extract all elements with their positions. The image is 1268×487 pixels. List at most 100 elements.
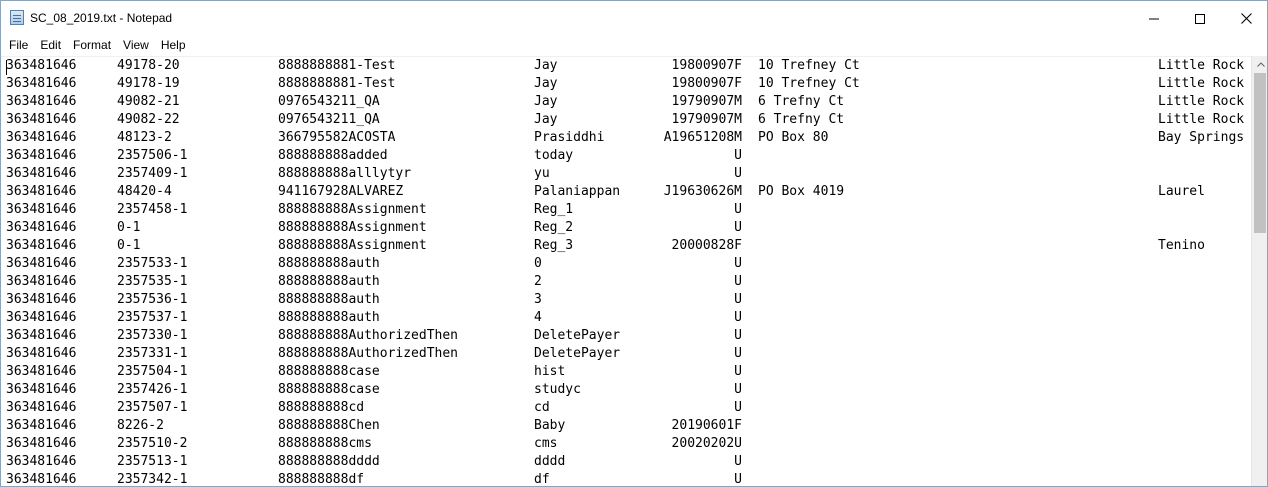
field-record-id: 2357409-1 <box>117 166 188 181</box>
field-account-id: 363481646 <box>6 220 77 235</box>
field-record-id: 2357535-1 <box>117 274 188 289</box>
field-account-id: 363481646 <box>6 310 77 325</box>
field-account-id: 363481646 <box>6 58 77 73</box>
window-title: SC_08_2019.txt - Notepad <box>30 11 173 25</box>
field-first-name: cd <box>534 400 550 415</box>
minimize-button[interactable] <box>1131 1 1177 36</box>
field-record-id: 2357510-2 <box>117 436 188 451</box>
field-birth-sex: U <box>734 220 742 235</box>
field-birth-sex: 19800907F <box>671 58 742 73</box>
field-city: Little Rock <box>1158 76 1245 91</box>
title-bar[interactable]: SC_08_2019.txt - Notepad <box>1 1 1267 36</box>
text-line: 363481646 2357504-1 888888888case hist U <box>6 363 1251 381</box>
field-address: 10 Trefney Ct <box>758 76 860 91</box>
text-line: 363481646 2357513-1 888888888dddd dddd U <box>6 453 1251 471</box>
menu-help[interactable]: Help <box>155 36 192 55</box>
field-record-id: 49082-22 <box>117 112 180 127</box>
field-account-id: 363481646 <box>6 112 77 127</box>
field-account-id: 363481646 <box>6 130 77 145</box>
field-record-id: 2357533-1 <box>117 256 188 271</box>
field-birth-sex: 20190601F <box>671 418 742 433</box>
field-first-name: 2 <box>534 274 542 289</box>
field-first-name: Prasiddhi <box>534 130 605 145</box>
minimize-icon <box>1149 18 1159 19</box>
field-first-name: dddd <box>534 454 566 469</box>
text-line: 363481646 2357330-1 888888888AuthorizedThe… <box>6 327 1251 345</box>
menu-view[interactable]: View <box>117 36 155 55</box>
text-line: 363481646 2357506-1 888888888added today U <box>6 147 1251 165</box>
text-line: 363481646 2357537-1 888888888auth 4 U <box>6 309 1251 327</box>
text-content[interactable]: 363481646 49178-20 8888888881-Test Jay 19800… <box>6 57 1251 487</box>
field-city: Little Rock <box>1158 112 1245 127</box>
field-account-id: 363481646 <box>6 328 77 343</box>
field-member-id: 888888888auth <box>278 310 380 325</box>
field-member-id: 8888888881-Test <box>278 76 396 91</box>
text-line: 363481646 2357458-1 888888888Assignment Reg… <box>6 201 1251 219</box>
field-member-id: 888888888Assignment <box>278 202 427 217</box>
menu-edit[interactable]: Edit <box>34 36 67 55</box>
field-birth-sex: 20000828F <box>671 238 742 253</box>
field-record-id: 2357331-1 <box>117 346 188 361</box>
field-birth-sex: 20020202U <box>671 436 742 451</box>
text-editor[interactable]: 363481646 49178-20 8888888881-Test Jay 19800… <box>1 56 1251 487</box>
field-first-name: 0 <box>534 256 542 271</box>
field-birth-sex: U <box>734 310 742 325</box>
field-account-id: 363481646 <box>6 256 77 271</box>
text-line: 363481646 2357533-1 888888888auth 0 U <box>6 255 1251 273</box>
menu-format[interactable]: Format <box>67 36 117 55</box>
field-member-id: 888888888AuthorizedThen <box>278 346 459 361</box>
menu-bar: File Edit Format View Help <box>1 36 1267 55</box>
field-account-id: 363481646 <box>6 346 77 361</box>
field-account-id: 363481646 <box>6 382 77 397</box>
field-account-id: 363481646 <box>6 292 77 307</box>
field-member-id: 888888888case <box>278 364 380 379</box>
field-birth-sex: 19790907M <box>671 94 742 109</box>
field-member-id: 888888888AuthorizedThen <box>278 328 459 343</box>
field-member-id: 888888888cms <box>278 436 372 451</box>
field-birth-sex: 19800907F <box>671 76 742 91</box>
field-first-name: Jay <box>534 112 558 127</box>
field-first-name: 4 <box>534 310 542 325</box>
text-line: 363481646 49178-20 8888888881-Test Jay 19800… <box>6 57 1251 75</box>
maximize-button[interactable] <box>1177 1 1223 36</box>
field-account-id: 363481646 <box>6 76 77 91</box>
field-record-id: 49178-19 <box>117 76 180 91</box>
vertical-scrollbar[interactable] <box>1251 56 1267 486</box>
text-line: 363481646 0-1 888888888Assignment Reg_2 U <box>6 219 1251 237</box>
field-member-id: 888888888auth <box>278 256 380 271</box>
text-line: 363481646 8226-2 888888888Chen Baby 20190601… <box>6 417 1251 435</box>
field-record-id: 2357458-1 <box>117 202 188 217</box>
field-birth-sex: U <box>734 148 742 163</box>
text-line: 363481646 49082-22 0976543211_QA Jay 1979090… <box>6 111 1251 129</box>
menu-file[interactable]: File <box>3 36 34 55</box>
field-birth-sex: U <box>734 382 742 397</box>
field-record-id: 2357504-1 <box>117 364 188 379</box>
field-account-id: 363481646 <box>6 418 77 433</box>
field-member-id: 941167928ALVAREZ <box>278 184 404 199</box>
field-record-id: 49178-20 <box>117 58 180 73</box>
chevron-up-icon <box>1256 62 1265 67</box>
field-city: Little Rock <box>1158 94 1245 109</box>
scroll-up-button[interactable] <box>1252 56 1267 73</box>
field-account-id: 363481646 <box>6 238 77 253</box>
field-member-id: 888888888Chen <box>278 418 380 433</box>
field-first-name: Palaniappan <box>534 184 621 199</box>
maximize-icon <box>1195 13 1205 24</box>
field-account-id: 363481646 <box>6 274 77 289</box>
close-button[interactable] <box>1223 1 1267 36</box>
field-first-name: hist <box>534 364 566 379</box>
text-line: 363481646 2357507-1 888888888cd cd U <box>6 399 1251 417</box>
field-record-id: 2357342-1 <box>117 472 188 487</box>
field-record-id: 8226-2 <box>117 418 164 433</box>
field-city: Tenino <box>1158 238 1205 253</box>
scroll-thumb[interactable] <box>1254 73 1266 233</box>
field-account-id: 363481646 <box>6 202 77 217</box>
text-line: 363481646 48123-2 366795582ACOSTA Prasiddhi… <box>6 129 1251 147</box>
field-member-id: 888888888added <box>278 148 388 163</box>
field-first-name: Jay <box>534 94 558 109</box>
field-first-name: Jay <box>534 58 558 73</box>
text-line: 363481646 2357510-2 888888888cms cms 2002020… <box>6 435 1251 453</box>
text-line: 363481646 2357331-1 888888888AuthorizedThe… <box>6 345 1251 363</box>
field-record-id: 2357507-1 <box>117 400 188 415</box>
text-line: 363481646 2357342-1 888888888df df U <box>6 471 1251 487</box>
